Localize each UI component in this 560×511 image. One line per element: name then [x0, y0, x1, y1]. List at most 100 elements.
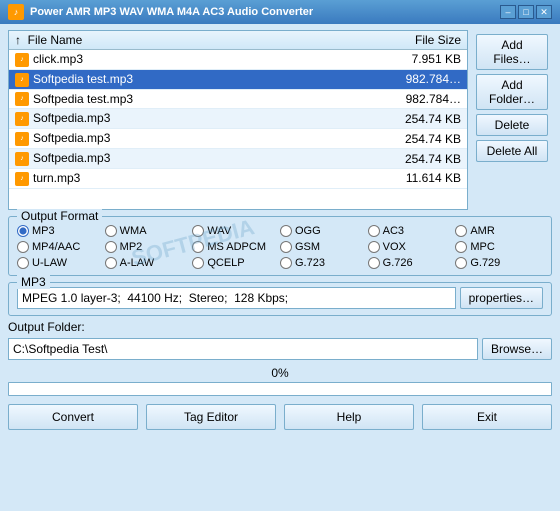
- help-button[interactable]: Help: [284, 404, 414, 430]
- table-row[interactable]: ♪Softpedia test.mp3 982.784…: [9, 89, 467, 109]
- format-option-mp3[interactable]: MP3: [17, 225, 105, 237]
- file-icon: ♪: [15, 172, 29, 186]
- output-folder-area: Output Folder: Browse…: [8, 320, 552, 360]
- format-option-wav[interactable]: WAV: [192, 225, 280, 237]
- format-option-mp4aac[interactable]: MP4/AAC: [17, 241, 105, 253]
- format-option-g726[interactable]: G.726: [368, 257, 456, 269]
- format-option-ogg[interactable]: OGG: [280, 225, 368, 237]
- close-button[interactable]: ✕: [536, 5, 552, 19]
- file-table-area[interactable]: ↑ File Name File Size ♪click.mp3 7.951 K…: [9, 31, 467, 209]
- output-folder-label-row: Output Folder:: [8, 320, 552, 334]
- format-radio-wma[interactable]: [105, 225, 117, 237]
- format-option-mpc[interactable]: MPC: [455, 241, 543, 253]
- file-size-cell: 982.784…: [310, 69, 467, 89]
- format-radio-ms_adpcm[interactable]: [192, 241, 204, 253]
- convert-button[interactable]: Convert: [8, 404, 138, 430]
- format-option-amr[interactable]: AMR: [455, 225, 543, 237]
- format-radio-amr[interactable]: [455, 225, 467, 237]
- format-label-a_law: A-LAW: [120, 257, 154, 269]
- format-radio-mpc[interactable]: [455, 241, 467, 253]
- format-option-mp2[interactable]: MP2: [105, 241, 193, 253]
- file-icon: ♪: [15, 53, 29, 67]
- exit-button[interactable]: Exit: [422, 404, 552, 430]
- format-option-g729[interactable]: G.729: [455, 257, 543, 269]
- format-option-g723[interactable]: G.723: [280, 257, 368, 269]
- title-bar: ♪ Power AMR MP3 WAV WMA M4A AC3 Audio Co…: [0, 0, 560, 24]
- format-label-ms_adpcm: MS ADPCM: [207, 241, 266, 253]
- file-icon: ♪: [15, 112, 29, 126]
- format-label-ogg: OGG: [295, 225, 321, 237]
- format-radio-ogg[interactable]: [280, 225, 292, 237]
- format-label-g726: G.726: [383, 257, 413, 269]
- file-table-container: ↑ File Name File Size ♪click.mp3 7.951 K…: [8, 30, 468, 210]
- add-files-button[interactable]: Add Files…: [476, 34, 548, 70]
- format-radio-qcelp[interactable]: [192, 257, 204, 269]
- format-radio-a_law[interactable]: [105, 257, 117, 269]
- app-icon: ♪: [8, 4, 24, 20]
- format-radio-mp2[interactable]: [105, 241, 117, 253]
- format-radio-mp3[interactable]: [17, 225, 29, 237]
- table-row[interactable]: ♪click.mp3 7.951 KB: [9, 50, 467, 70]
- filename-column-header[interactable]: ↑ File Name: [9, 31, 310, 50]
- properties-button[interactable]: properties…: [460, 287, 543, 309]
- bottom-buttons: Convert Tag Editor Help Exit: [8, 404, 552, 430]
- format-radio-gsm[interactable]: [280, 241, 292, 253]
- table-row[interactable]: ♪Softpedia test.mp3 982.784…: [9, 69, 467, 89]
- format-radio-g726[interactable]: [368, 257, 380, 269]
- progress-bar-container: [8, 382, 552, 396]
- format-radio-mp4aac[interactable]: [17, 241, 29, 253]
- output-folder-input-row: Browse…: [8, 338, 552, 360]
- table-row[interactable]: ♪Softpedia.mp3 254.74 KB: [9, 129, 467, 149]
- mp3-input-row: properties…: [17, 287, 543, 309]
- side-buttons: Add Files… Add Folder… Delete Delete All: [472, 30, 552, 210]
- format-label-mp3: MP3: [32, 225, 55, 237]
- format-radio-ac3[interactable]: [368, 225, 380, 237]
- format-label-g723: G.723: [295, 257, 325, 269]
- maximize-button[interactable]: □: [518, 5, 534, 19]
- tag-editor-button[interactable]: Tag Editor: [146, 404, 276, 430]
- format-radio-u_law[interactable]: [17, 257, 29, 269]
- file-icon: ♪: [15, 92, 29, 106]
- add-folder-button[interactable]: Add Folder…: [476, 74, 548, 110]
- table-row[interactable]: ♪Softpedia.mp3 254.74 KB: [9, 149, 467, 169]
- format-option-a_law[interactable]: A-LAW: [105, 257, 193, 269]
- format-option-u_law[interactable]: U-LAW: [17, 257, 105, 269]
- mp3-description-input[interactable]: [17, 287, 456, 309]
- file-size-cell: 982.784…: [310, 89, 467, 109]
- delete-button[interactable]: Delete: [476, 114, 548, 136]
- output-folder-input[interactable]: [8, 338, 478, 360]
- filesize-column-header[interactable]: File Size: [310, 31, 467, 50]
- format-radio-g729[interactable]: [455, 257, 467, 269]
- format-option-qcelp[interactable]: QCELP: [192, 257, 280, 269]
- format-option-vox[interactable]: VOX: [368, 241, 456, 253]
- format-option-gsm[interactable]: GSM: [280, 241, 368, 253]
- file-area: ↑ File Name File Size ♪click.mp3 7.951 K…: [8, 30, 552, 210]
- browse-button[interactable]: Browse…: [482, 338, 552, 360]
- window-controls: – □ ✕: [500, 5, 552, 19]
- title-bar-left: ♪ Power AMR MP3 WAV WMA M4A AC3 Audio Co…: [8, 4, 313, 20]
- format-label-ac3: AC3: [383, 225, 404, 237]
- delete-all-button[interactable]: Delete All: [476, 140, 548, 162]
- file-size-cell: 254.74 KB: [310, 149, 467, 169]
- format-label-wma: WMA: [120, 225, 147, 237]
- format-label-gsm: GSM: [295, 241, 320, 253]
- output-folder-label: Output Folder:: [8, 320, 85, 334]
- file-name-cell: ♪turn.mp3: [9, 168, 310, 188]
- format-label-vox: VOX: [383, 241, 406, 253]
- format-label-wav: WAV: [207, 225, 231, 237]
- format-option-ms_adpcm[interactable]: MS ADPCM: [192, 241, 280, 253]
- minimize-button[interactable]: –: [500, 5, 516, 19]
- table-row[interactable]: ♪Softpedia.mp3 254.74 KB: [9, 109, 467, 129]
- format-label-mpc: MPC: [470, 241, 494, 253]
- format-label-qcelp: QCELP: [207, 257, 244, 269]
- format-radio-vox[interactable]: [368, 241, 380, 253]
- file-name-cell: ♪Softpedia test.mp3: [9, 69, 310, 89]
- format-radio-g723[interactable]: [280, 257, 292, 269]
- table-row[interactable]: ♪turn.mp3 11.614 KB: [9, 168, 467, 188]
- format-option-ac3[interactable]: AC3: [368, 225, 456, 237]
- format-label-g729: G.729: [470, 257, 500, 269]
- format-radio-wav[interactable]: [192, 225, 204, 237]
- format-label-amr: AMR: [470, 225, 494, 237]
- format-option-wma[interactable]: WMA: [105, 225, 193, 237]
- progress-section: 0%: [8, 366, 552, 396]
